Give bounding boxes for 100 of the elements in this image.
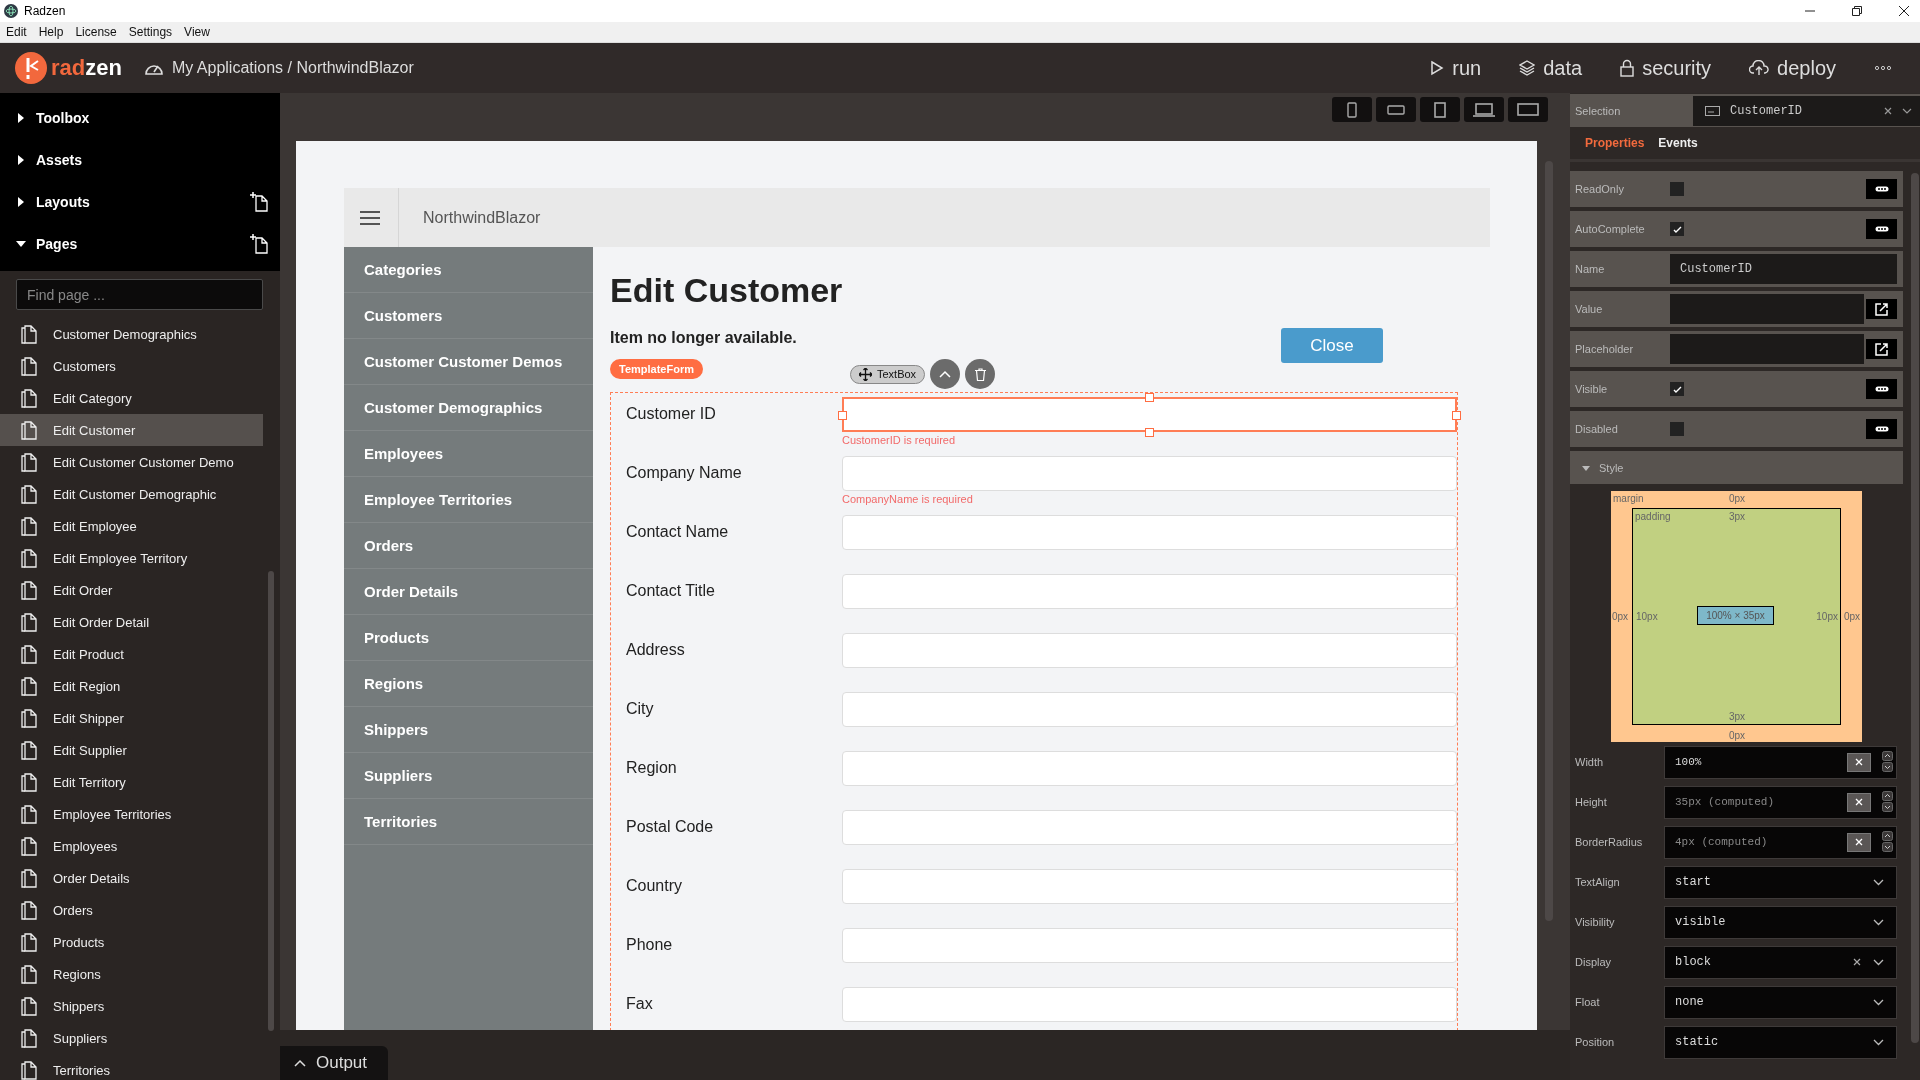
page-item[interactable]: Edit Employee Territory (0, 542, 263, 574)
nav-item[interactable]: Categories (344, 247, 593, 293)
nav-item[interactable]: Suppliers (344, 753, 593, 799)
section-header[interactable]: Pages (0, 223, 280, 265)
page-item[interactable]: Edit Product (0, 638, 263, 670)
style-section-header[interactable]: Style (1570, 451, 1903, 484)
dropdown[interactable]: static (1664, 1025, 1897, 1059)
search-field[interactable]: Find page ... (16, 279, 263, 310)
nav-item[interactable]: Regions (344, 661, 593, 707)
more-icon[interactable] (1874, 65, 1892, 71)
page-item[interactable]: Edit Customer (0, 414, 263, 446)
nav-item[interactable]: Customer Customer Demos (344, 339, 593, 385)
checkbox[interactable] (1670, 222, 1684, 236)
bind-button[interactable] (1866, 179, 1897, 199)
number-field[interactable]: 4px (computed) (1664, 825, 1897, 859)
page-item[interactable]: Shippers (0, 990, 263, 1022)
page-item[interactable]: Edit Supplier (0, 734, 263, 766)
tab[interactable]: Properties (1585, 136, 1645, 150)
resize-handle[interactable] (838, 411, 847, 420)
number-field[interactable]: 35px (computed) (1664, 785, 1897, 819)
page-item[interactable]: Employee Territories (0, 798, 263, 830)
nav-item[interactable]: Customers (344, 293, 593, 339)
page-item[interactable]: Edit Category (0, 382, 263, 414)
dropdown[interactable]: visible (1664, 905, 1897, 939)
text-field[interactable] (842, 397, 1457, 432)
resize-handle[interactable] (1452, 411, 1461, 420)
page-item[interactable]: Suppliers (0, 1022, 263, 1054)
menu-item[interactable]: License (75, 25, 117, 39)
nav-item[interactable]: Shippers (344, 707, 593, 753)
security-button[interactable]: security (1620, 56, 1712, 80)
page-item[interactable]: Edit Customer Demographic (0, 478, 263, 510)
section-header[interactable]: Assets (0, 139, 280, 181)
bind-button[interactable] (1866, 379, 1897, 399)
nav-item[interactable]: Territories (344, 799, 593, 845)
selection-dropdown[interactable]: CustomerID (1693, 95, 1920, 126)
phone-landscape-view-button[interactable] (1376, 97, 1416, 122)
nav-item[interactable]: Products (344, 615, 593, 661)
page-item[interactable]: Edit Region (0, 670, 263, 702)
output-tab[interactable]: Output (280, 1046, 388, 1080)
page-item[interactable]: Employees (0, 830, 263, 862)
bind-button[interactable] (1866, 419, 1897, 439)
menu-icon[interactable] (360, 210, 380, 225)
checkbox[interactable] (1670, 182, 1684, 196)
clear-icon[interactable] (1884, 106, 1892, 115)
checkbox[interactable] (1670, 422, 1684, 436)
move-up-button[interactable] (930, 359, 961, 389)
tab[interactable]: Events (1658, 136, 1698, 150)
restore-icon[interactable] (1851, 5, 1863, 17)
page-item[interactable]: Products (0, 926, 263, 958)
menu-item[interactable]: Settings (128, 25, 173, 39)
spinner[interactable] (1882, 830, 1893, 853)
resize-handle[interactable] (1145, 393, 1154, 402)
edit-button[interactable] (1866, 339, 1897, 359)
page-item[interactable]: Regions (0, 958, 263, 990)
expression-field[interactable] (1670, 294, 1864, 324)
laptop-view-button[interactable] (1464, 97, 1504, 122)
page-item[interactable]: Edit Order (0, 574, 263, 606)
nav-item[interactable]: Employees (344, 431, 593, 477)
page-item[interactable]: Edit Employee (0, 510, 263, 542)
edit-button[interactable] (1866, 299, 1897, 319)
close-icon[interactable] (1898, 5, 1910, 17)
spinner[interactable] (1882, 790, 1893, 813)
add-page-icon[interactable] (250, 192, 268, 212)
nav-item[interactable]: Order Details (344, 569, 593, 615)
delete-button[interactable] (965, 359, 996, 389)
scrollbar[interactable] (1911, 173, 1919, 1043)
deploy-button[interactable]: deploy (1749, 56, 1836, 80)
nav-item[interactable]: Employee Territories (344, 477, 593, 523)
desktop-view-button[interactable] (1508, 97, 1548, 122)
page-item[interactable]: Edit Territory (0, 766, 263, 798)
clear-icon[interactable] (1853, 958, 1861, 966)
run-button[interactable]: run (1430, 56, 1482, 80)
page-item[interactable]: Orders (0, 894, 263, 926)
data-button[interactable]: data (1519, 56, 1583, 80)
page-item[interactable]: Customer Demographics (0, 318, 263, 350)
spinner[interactable] (1882, 750, 1893, 773)
component-badge[interactable]: TextBox (850, 364, 926, 384)
dropdown[interactable]: block (1664, 945, 1897, 979)
add-page-icon[interactable] (250, 234, 268, 254)
checkbox[interactable] (1670, 382, 1684, 396)
section-header[interactable]: Toolbox (0, 97, 280, 139)
nav-item[interactable]: Customer Demographics (344, 385, 593, 431)
page-item[interactable]: Edit Shipper (0, 702, 263, 734)
scrollbar[interactable] (268, 571, 274, 1031)
dropdown[interactable]: start (1664, 865, 1897, 899)
page-item[interactable]: Order Details (0, 862, 263, 894)
phone-view-button[interactable] (1332, 97, 1372, 122)
page-item[interactable]: Territories (0, 1054, 263, 1080)
menu-item[interactable]: Help (38, 25, 64, 39)
nav-item[interactable]: Orders (344, 523, 593, 569)
dropdown[interactable]: none (1664, 985, 1897, 1019)
section-header[interactable]: Layouts (0, 181, 280, 223)
menu-item[interactable]: Edit (6, 25, 27, 39)
page-item[interactable]: Customers (0, 350, 263, 382)
breadcrumb[interactable]: My Applications / NorthwindBlazor (171, 59, 414, 77)
resize-handle[interactable] (1145, 428, 1154, 437)
page-item[interactable]: Edit Order Detail (0, 606, 263, 638)
page-item[interactable]: Edit Customer Customer Demo (0, 446, 263, 478)
number-field[interactable]: 100% (1664, 745, 1897, 779)
expression-field[interactable] (1670, 334, 1864, 364)
